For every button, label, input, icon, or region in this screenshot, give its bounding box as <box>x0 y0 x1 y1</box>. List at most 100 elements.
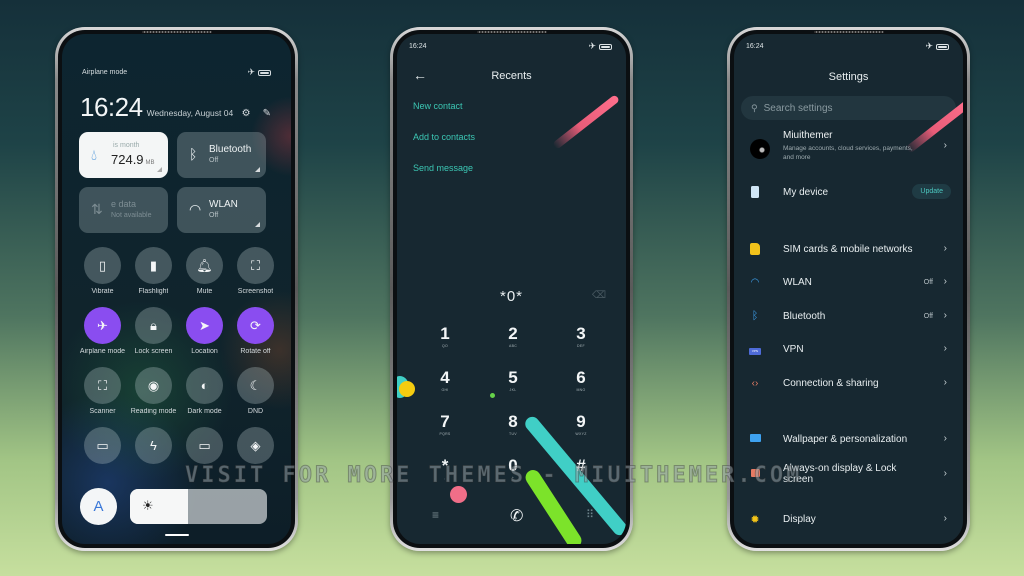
home-indicator[interactable] <box>164 534 189 536</box>
lock-icon: 🔒︎ <box>135 307 172 344</box>
settings-icon[interactable]: ⚙ <box>242 108 251 119</box>
dial-key[interactable]: 7 PQRS <box>411 412 479 444</box>
toggle-scanner[interactable]: ⛶ Scanner <box>77 367 128 417</box>
kde-connect-icon: ◈ <box>237 427 274 464</box>
dial-key[interactable]: 1 QO <box>411 324 479 356</box>
toggle-lock-screen[interactable]: 🔒︎ Lock screen <box>128 307 179 357</box>
sun-icon: ☀ <box>142 498 154 513</box>
phone-bezel: Airplane mode ✈ 16:24 Wednesday, August … <box>58 30 295 548</box>
battery-icon <box>258 69 271 76</box>
bluetooth-tile-status: Off <box>209 157 219 164</box>
dialpad-icon[interactable]: ⠿ <box>586 508 594 521</box>
wlan-tile[interactable]: ◠ WLAN Off <box>177 187 266 233</box>
settings-item-label: Always-on display & Lock screen <box>783 463 897 485</box>
dial-key[interactable]: 4 GHI <box>411 368 479 400</box>
decorative-pink-stripe <box>552 94 620 150</box>
settings-item-lock-screen[interactable]: Always-on display & Lock screen › <box>746 463 951 486</box>
dial-key[interactable]: *, <box>411 456 479 488</box>
chevron-right-icon: › <box>943 433 947 444</box>
phone-settings: 16:24 ✈ Settings ⚲ Miuithemer Manage acc… <box>727 27 970 551</box>
my-device-row[interactable]: My device Update <box>746 184 951 204</box>
dial-key[interactable]: 8 TUV <box>479 412 547 444</box>
settings-item-label: SIM cards & mobile networks <box>783 244 913 255</box>
settings-item-wallpaper[interactable]: Wallpaper & personalization › <box>746 431 951 451</box>
phone-bezel: 16:24 ✈ ← Recents New contact Add to con… <box>393 30 630 548</box>
dial-key[interactable]: 2 ABC <box>479 324 547 356</box>
mobile-data-tile-title: e data <box>111 199 137 209</box>
bluetooth-tile[interactable]: ᛒ Bluetooth Off <box>177 132 266 178</box>
vpn-icon: VPN <box>748 343 762 355</box>
toggle-dark-mode[interactable]: ◐ Dark mode <box>179 367 230 417</box>
clock-time: 16:24 <box>80 92 143 122</box>
toggle-dnd[interactable]: ☾ DND <box>230 367 281 417</box>
toggle-location[interactable]: ➤ Location <box>179 307 230 357</box>
chevron-right-icon: › <box>943 310 947 321</box>
toggle-label: Rotate off <box>240 348 271 355</box>
dialer-actions: New contact Add to contacts Send message <box>413 101 475 194</box>
dial-key-digit: 1 <box>440 324 450 343</box>
dial-key[interactable]: # <box>547 456 615 488</box>
toggle-mute[interactable]: 🔔︎ Mute <box>179 247 230 297</box>
toggle-rotate-off[interactable]: ⟳ Rotate off <box>230 307 281 357</box>
add-to-contacts-link[interactable]: Add to contacts <box>413 132 475 143</box>
dial-key[interactable]: 5 JKL <box>479 368 547 400</box>
bluetooth-icon: ᛒ <box>189 146 198 162</box>
wifi-icon: ◠ <box>189 201 202 217</box>
dial-key-letters: , <box>444 476 446 480</box>
scanner-icon: ⛶ <box>84 367 121 404</box>
account-row[interactable]: Miuithemer Manage accounts, cloud servic… <box>746 130 951 164</box>
dial-key[interactable]: 3 DEF <box>547 324 615 356</box>
search-input[interactable] <box>763 102 934 114</box>
wifi-icon: ◠ <box>750 277 760 288</box>
settings-item-bluetooth[interactable]: ᛒ Bluetooth Off › <box>746 308 951 328</box>
dial-key-letters: WXYZ <box>575 432 587 436</box>
backspace-icon[interactable]: ⌫ <box>592 290 606 301</box>
chevron-right-icon: › <box>943 377 947 388</box>
phone-bezel: 16:24 ✈ Settings ⚲ Miuithemer Manage acc… <box>730 30 967 548</box>
toggle-screenshot[interactable]: ⛶ Screenshot <box>230 247 281 297</box>
toggle-airplane-mode[interactable]: ✈ Airplane mode <box>77 307 128 357</box>
toggle-label: Reading mode <box>130 408 177 415</box>
toggle-lightning[interactable]: ϟ <box>128 427 179 477</box>
dial-key-letters: MNO <box>576 388 586 392</box>
settings-item-vpn[interactable]: VPN VPN › <box>746 341 951 361</box>
status-bar: Airplane mode ✈ <box>82 68 271 77</box>
data-usage-tile[interactable]: 💧︎ is month 724.9 MB <box>79 132 168 178</box>
status-icons: ✈ <box>588 42 612 51</box>
settings-item-sun[interactable]: ✹ Display › <box>746 511 951 531</box>
dialpad: 1 QO 2 ABC 3 DEF 4 GHI 5 JKL 6 MNO 7 PQRS 8 TUV 9 WXYZ *, 0… <box>411 324 615 488</box>
mobile-data-tile[interactable]: ⇅ e data Not available <box>79 187 168 233</box>
toggle-vibrate[interactable]: ▯ Vibrate <box>77 247 128 297</box>
chevron-right-icon: › <box>943 140 947 151</box>
toggle-kde-connect[interactable]: ◈ <box>230 427 281 477</box>
menu-icon[interactable]: ≡ <box>432 508 439 522</box>
phone-call-icon[interactable]: ✆ <box>510 506 523 526</box>
search-bar[interactable]: ⚲ <box>741 96 956 120</box>
dialer-bottom-bar: ≡ ✆ ⠿ <box>397 506 626 526</box>
settings-item-wifi[interactable]: ◠ WLAN Off › <box>746 274 951 294</box>
edit-icon[interactable]: ✎ <box>263 108 271 119</box>
update-badge[interactable]: Update <box>912 184 951 199</box>
dial-key[interactable]: 6 MNO <box>547 368 615 400</box>
toggle-battery-saver[interactable]: ▭ <box>77 427 128 477</box>
status-icons: ✈ <box>925 42 949 51</box>
new-contact-link[interactable]: New contact <box>413 101 475 112</box>
account-name: Miuithemer <box>783 130 833 141</box>
toggle-label: Airplane mode <box>79 348 126 355</box>
brightness-slider[interactable]: ☀ <box>130 489 267 524</box>
auto-brightness-button[interactable]: A <box>80 488 117 525</box>
dial-key[interactable]: 0 + <box>479 456 547 488</box>
water-drop-icon: 💧︎ <box>91 147 98 164</box>
dial-key-digit: 8 <box>508 412 518 431</box>
toggle-cast-screen[interactable]: ▭ <box>179 427 230 477</box>
settings-item-sim-card[interactable]: SIM cards & mobile networks › <box>746 241 951 261</box>
toggle-reading-mode[interactable]: ◉ Reading mode <box>128 367 179 417</box>
settings-item-value: Off <box>923 313 933 320</box>
toggle-flashlight[interactable]: ▮ Flashlight <box>128 247 179 297</box>
battery-icon <box>936 43 949 50</box>
dial-key[interactable]: 9 WXYZ <box>547 412 615 444</box>
mobile-data-icon: ⇅ <box>91 201 103 217</box>
bluetooth-tile-title: Bluetooth <box>209 144 252 155</box>
send-message-link[interactable]: Send message <box>413 163 475 174</box>
settings-item-connection-sharing[interactable]: ‹› Connection & sharing › <box>746 375 951 395</box>
